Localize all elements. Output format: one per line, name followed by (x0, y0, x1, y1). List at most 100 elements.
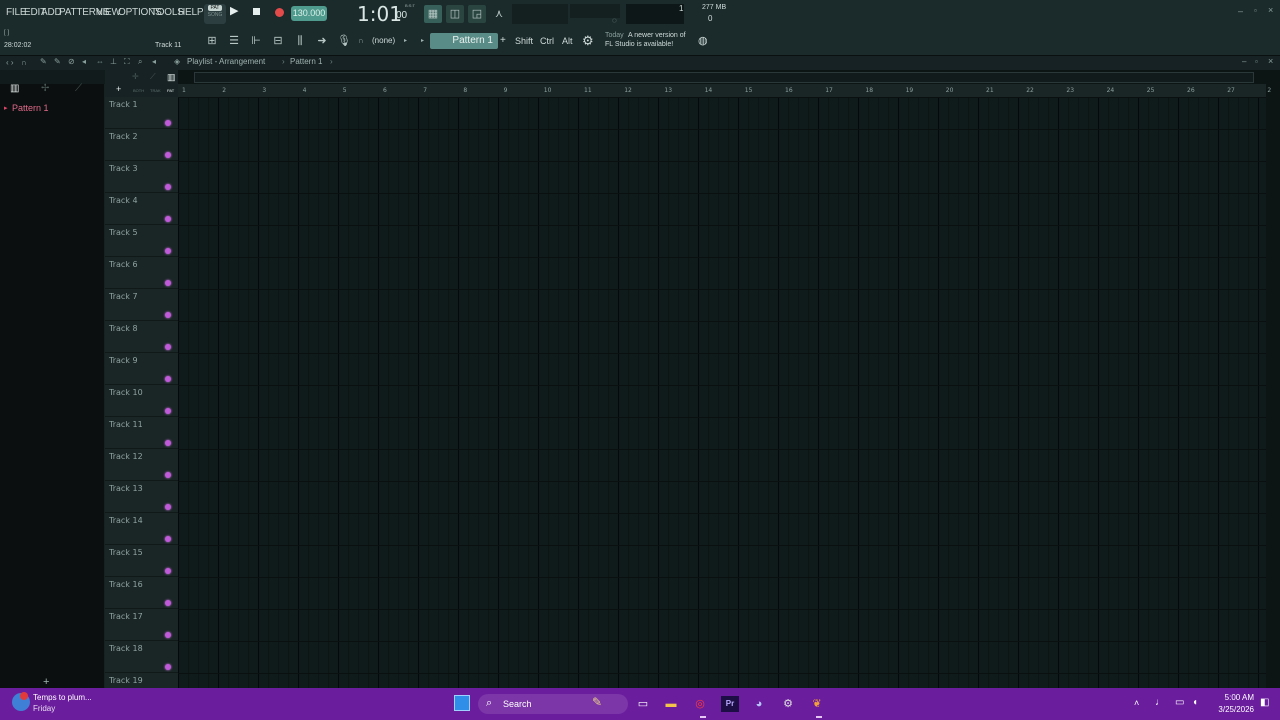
premiere-icon[interactable]: Pr (721, 696, 739, 712)
select-tool-icon[interactable]: ⛶ (124, 57, 130, 67)
mute-tool-icon[interactable]: ◂ (82, 57, 86, 66)
playlist-close-icon[interactable]: × (1268, 56, 1273, 66)
track-label[interactable]: Track 6 (109, 260, 138, 269)
slip-tool-icon[interactable]: ⇔ (96, 57, 104, 66)
playback-tool-icon[interactable]: ◂ (152, 57, 156, 66)
playlist-minimize-icon[interactable]: – (1242, 57, 1246, 66)
clock-time[interactable]: 5:00 AM (1212, 693, 1254, 702)
online-globe-icon[interactable]: ◍ (698, 34, 708, 47)
weather-title[interactable]: Temps to plum... (33, 693, 92, 702)
multi-move-icon[interactable]: ✛ (132, 72, 139, 81)
settings-app-icon[interactable]: ⚙ (779, 696, 797, 712)
slice-tool-icon[interactable]: ⊥ (110, 57, 117, 66)
track-label[interactable]: Track 14 (109, 516, 143, 525)
arrangement-grid[interactable] (178, 97, 1266, 688)
track-mute-indicator[interactable] (165, 632, 171, 638)
track-label[interactable]: Track 2 (109, 132, 138, 141)
track-label[interactable]: Track 11 (109, 420, 143, 429)
track-label[interactable]: Track 9 (109, 356, 138, 365)
windows-start-icon[interactable] (454, 695, 470, 711)
app-red-icon[interactable]: ◎ (691, 696, 709, 712)
fl-studio-icon[interactable]: ❦ (808, 696, 826, 712)
pattern-list-item[interactable]: Pattern 1 (12, 103, 49, 113)
arrow-right-icon[interactable]: ➜ (313, 32, 331, 50)
piano-roll-icon[interactable]: ⊩ (247, 32, 265, 50)
mode-pattern[interactable]: PAT (167, 88, 174, 93)
pattern-prev-icon[interactable]: ▸ (421, 37, 424, 44)
track-label[interactable]: Track 17 (109, 612, 143, 621)
track-label[interactable]: Track 12 (109, 452, 143, 461)
track-mute-indicator[interactable] (165, 376, 171, 382)
discord-icon[interactable]: ◕ (750, 696, 768, 712)
file-explorer-icon[interactable]: ▬ (662, 696, 680, 712)
tray-volume-icon[interactable]: ◖ (1192, 697, 1198, 708)
channel-rack-icon[interactable]: ☰ (225, 32, 243, 50)
snap-none-select[interactable]: (none) (372, 36, 395, 45)
record-icon[interactable] (275, 8, 284, 17)
mixer-icon[interactable]: ⫼ (291, 32, 309, 50)
add-pattern-icon[interactable]: + (500, 35, 506, 46)
notifications-icon[interactable]: ◧ (1260, 697, 1269, 708)
paint-tool-icon[interactable]: ✎ (54, 57, 61, 66)
tray-network-icon[interactable]: ▭ (1175, 697, 1184, 708)
news-line-2[interactable]: FL Studio is available! (605, 41, 673, 48)
track-mute-indicator[interactable] (165, 216, 171, 222)
news-line-1[interactable]: A newer version of (628, 32, 686, 39)
stop-icon[interactable] (253, 8, 260, 15)
horizontal-scrollbar[interactable] (194, 72, 1254, 83)
track-mute-indicator[interactable] (165, 440, 171, 446)
track-mute-indicator[interactable] (165, 664, 171, 670)
track-mute-indicator[interactable] (165, 312, 171, 318)
track-label[interactable]: Track 8 (109, 324, 138, 333)
playlist-maximize-icon[interactable]: ▫ (1255, 57, 1258, 66)
track-mute-indicator[interactable] (165, 408, 171, 414)
volume-knob-icon[interactable]: ◌ (612, 16, 617, 25)
clock-date[interactable]: 3/25/2026 (1212, 705, 1254, 714)
track-label[interactable]: Track 5 (109, 228, 138, 237)
zoom-tool-icon[interactable]: ⌕ (138, 57, 142, 67)
track-mute-indicator[interactable] (165, 152, 171, 158)
weather-day[interactable]: Friday (33, 704, 55, 713)
piano-keys-icon[interactable]: ▥ (10, 83, 19, 94)
curve-icon[interactable]: ⟋ (150, 72, 156, 82)
track-mute-indicator[interactable] (165, 280, 171, 286)
track-label[interactable]: Track 7 (109, 292, 138, 301)
browser-icon[interactable]: ⊟ (269, 32, 287, 50)
track-mute-indicator[interactable] (165, 568, 171, 574)
playlist-menu-icon[interactable]: ◈ (174, 57, 180, 66)
close-icon[interactable]: × (1268, 5, 1273, 15)
track-label[interactable]: Track 3 (109, 164, 138, 173)
magnet-icon[interactable]: ∩ (21, 58, 27, 67)
track-label[interactable]: Track 4 (109, 196, 138, 205)
arrow-left-icon[interactable]: ‹ › (6, 58, 14, 67)
track-mute-indicator[interactable] (165, 184, 171, 190)
microphone-icon[interactable]: 🎙 (335, 32, 353, 50)
track-mute-indicator[interactable] (165, 344, 171, 350)
pat-song-toggle[interactable]: PAT SONG (204, 4, 226, 24)
settings-gear-icon[interactable]: ⚙ (582, 33, 594, 49)
track-mute-indicator[interactable] (165, 472, 171, 478)
menu-help[interactable]: HELP (178, 7, 204, 18)
track-mute-indicator[interactable] (165, 536, 171, 542)
wait-input-icon[interactable]: ◲ (468, 5, 486, 23)
track-mute-indicator[interactable] (165, 504, 171, 510)
track-label[interactable]: Track 19 (109, 676, 143, 685)
taskbar-search[interactable] (478, 694, 628, 714)
task-view-icon[interactable]: ▭ (634, 696, 652, 712)
draw-tool-icon[interactable]: ✎ (40, 57, 47, 66)
piano-mode-icon[interactable]: ▥ (167, 72, 176, 83)
track-label[interactable]: Track 16 (109, 580, 143, 589)
metronome-icon[interactable]: ▦ (424, 5, 442, 23)
chevron-right-icon[interactable]: ▸ (404, 37, 407, 44)
track-mute-indicator[interactable] (165, 248, 171, 254)
track-mute-indicator[interactable] (165, 120, 171, 126)
countdown-icon[interactable]: ◫ (446, 5, 464, 23)
minimize-icon[interactable]: – (1238, 6, 1243, 16)
mode-track[interactable]: TRAK (150, 88, 161, 93)
tempo-display[interactable]: 130.000 (291, 6, 327, 21)
track-label[interactable]: Track 18 (109, 644, 143, 653)
shift-button[interactable]: Shift (515, 36, 533, 46)
timeline-ruler[interactable] (178, 84, 1266, 97)
track-label[interactable]: Track 13 (109, 484, 143, 493)
tray-mic-icon[interactable]: ♩ (1155, 697, 1165, 708)
